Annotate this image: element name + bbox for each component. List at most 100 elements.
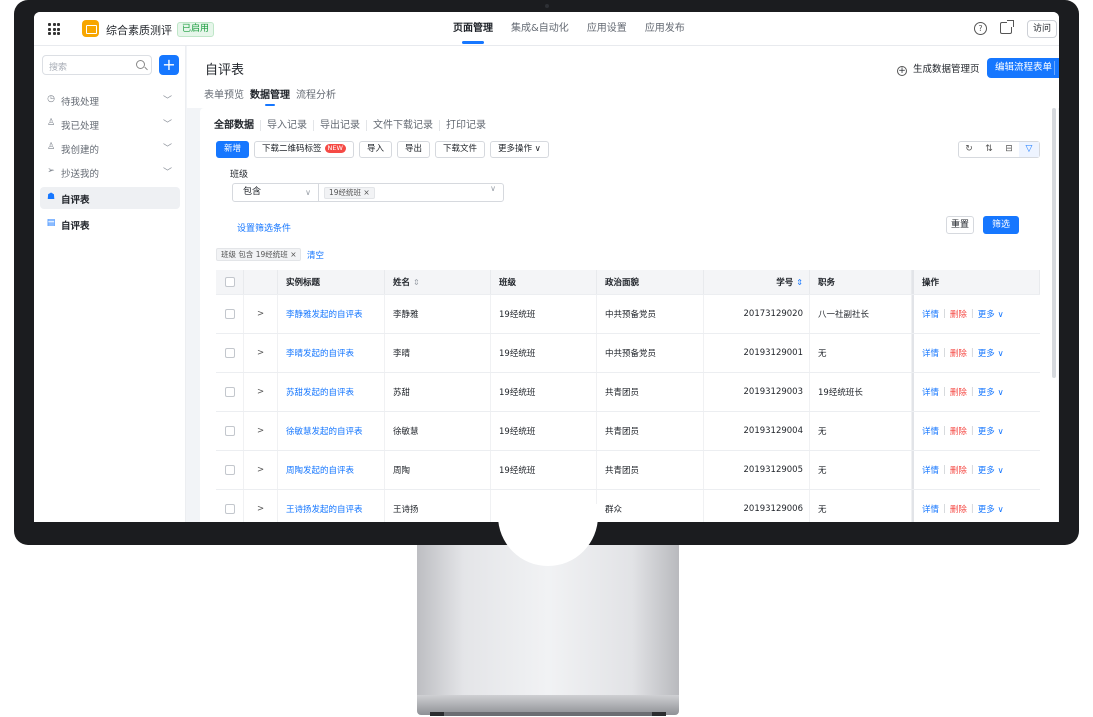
row-checkbox[interactable] [224,387,235,397]
tab-page-management[interactable]: 页面管理 [444,12,502,46]
sort-icon[interactable]: ⇅ [979,142,999,157]
expand-row-icon[interactable]: > [244,334,278,372]
detail-link[interactable]: 详情 [922,464,939,476]
expand-row-icon[interactable]: > [244,295,278,333]
table-row[interactable]: > 李晴发起的自评表 李晴 19经统班 中共预备党员 20193129001 无详情 | 删除 |… [216,334,1040,373]
table-row[interactable]: > 徐敏慧发起的自评表 徐敏慧 19经统班 共青团员 20193129004 无详情 | 删除 |… [216,412,1040,451]
tab-app-publish[interactable]: 应用发布 [636,12,694,46]
more-link[interactable]: 更多 ∨ [978,425,1004,437]
row-checkbox[interactable] [224,504,235,514]
apply-filter-button[interactable]: 筛选 [983,216,1019,234]
tab-integration[interactable]: 集成&自动化 [502,12,578,46]
table-row[interactable]: >王诗扬发起的自评表王诗扬19经统班群众20193129006无详情|删除|更多… [216,490,1040,522]
more-link[interactable]: 更多 ∨ [978,386,1004,398]
record-title-link[interactable]: 徐敏慧发起的自评表 [278,412,385,450]
record-title-link[interactable]: 李晴发起的自评表 [278,334,385,372]
external-link-icon[interactable] [1000,20,1014,34]
record-title-link[interactable]: 李静雅发起的自评表 [278,295,385,333]
column-header-student-id[interactable]: 学号 ⇕ [704,270,810,294]
row-checkbox[interactable] [224,348,235,358]
detail-link[interactable]: 详情 [922,425,939,437]
sort-icon[interactable]: ⇕ [413,278,420,287]
generate-data-page-link[interactable]: + 生成数据管理页 [897,61,980,76]
sidebar-item-self-eval-form[interactable]: ▤ 自评表 [34,213,186,235]
select-all-checkbox[interactable] [224,277,235,287]
column-header-politics[interactable]: 政治面貌 [597,270,704,294]
row-checkbox[interactable] [224,426,235,436]
sidebar-item-pending[interactable]: ◷ 待我处理 ﹀ [34,89,186,111]
search-input[interactable]: 搜索 [42,55,152,75]
add-button[interactable]: + [159,55,179,75]
export-button[interactable]: 导出 [396,141,430,158]
delete-link[interactable]: 删除 [950,308,967,320]
value-chip[interactable]: 19经统班 × [324,187,375,199]
detail-link[interactable]: 详情 [922,308,939,320]
tab-data-management[interactable]: 数据管理 [250,86,290,106]
tab-import-records[interactable]: 导入记录 [261,120,314,131]
more-actions-button[interactable]: 更多操作 ∨ [489,141,549,158]
sidebar-item-self-eval-report[interactable]: ☗ 自评表 [40,187,180,209]
edit-form-button[interactable]: 编辑流程表单 ∨ [987,58,1059,78]
more-link[interactable]: 更多 ∨ [978,503,1004,515]
expand-row-icon[interactable]: > [244,373,278,411]
column-header-title[interactable]: 实例标题 [278,270,385,294]
active-filter-chip[interactable]: 班级 包含 19经统班 × [216,248,302,261]
tab-app-settings[interactable]: 应用设置 [578,12,636,46]
expand-row-icon[interactable]: > [244,451,278,489]
delete-link[interactable]: 删除 [950,386,967,398]
table-row[interactable]: > 李静雅发起的自评表 李静雅 19经统班 中共预备党员 20173129020 八一社副社… [216,295,1040,334]
tab-all-data[interactable]: 全部数据 [214,120,261,131]
help-icon[interactable]: ? [974,22,987,35]
scrollbar[interactable] [1052,108,1056,378]
download-file-button[interactable]: 下载文件 [434,141,485,158]
column-header-role[interactable]: 职务 [810,270,912,294]
columns-icon[interactable]: ⊟ [999,142,1019,157]
record-title-link[interactable]: 王诗扬发起的自评表 [278,490,385,522]
new-button[interactable]: 新增 [216,141,250,158]
column-header-name[interactable]: 姓名 ⇕ [385,270,491,294]
delete-link[interactable]: 删除 [950,425,967,437]
row-checkbox[interactable] [224,309,235,319]
sidebar-item-processed[interactable]: ♙ 我已处理 ﹀ [34,113,186,135]
expand-row-icon[interactable]: > [244,490,278,522]
action-separator: | [970,348,974,358]
tab-form-preview[interactable]: 表单预览 [204,86,244,101]
column-header-class[interactable]: 班级 [491,270,597,294]
operator-select[interactable]: 包含 ∨ [232,183,319,202]
refresh-icon[interactable]: ↻ [959,142,979,157]
sidebar-item-created[interactable]: ♙ 我创建的 ﹀ [34,137,186,159]
table-row[interactable]: > 周陶发起的自评表 周陶 19经统班 共青团员 20193129005 无详情 | 删除 | 更多… [216,451,1040,490]
cell-name: 徐敏慧 [385,412,491,450]
filter-icon[interactable]: ▽ [1019,142,1039,157]
download-qr-button[interactable]: 下载二维码标签 NEW [254,141,354,158]
row-checkbox[interactable] [224,465,235,475]
visit-button[interactable]: 访问 [1027,20,1057,38]
tab-flow-analysis[interactable]: 流程分析 [296,86,336,101]
clear-filters-link[interactable]: 清空 [307,249,324,261]
more-link[interactable]: 更多 ∨ [978,464,1004,476]
table-row[interactable]: > 苏甜发起的自评表 苏甜 19经统班 共青团员 20193129003 19经统班长 详情 |… [216,373,1040,412]
record-title-link[interactable]: 周陶发起的自评表 [278,451,385,489]
data-tabs: 全部数据 导入记录 导出记录 文件下载记录 打印记录 [214,120,492,131]
tab-export-records[interactable]: 导出记录 [314,120,367,131]
tab-download-records[interactable]: 文件下载记录 [367,120,440,131]
sidebar-item-cc[interactable]: ➢ 抄送我的 ﹀ [34,161,186,183]
delete-link[interactable]: 删除 [950,347,967,359]
sort-icon[interactable]: ⇕ [796,278,803,287]
more-link[interactable]: 更多 ∨ [978,347,1004,359]
send-icon: ➢ [47,166,55,176]
delete-link[interactable]: 删除 [950,464,967,476]
value-select[interactable]: 19经统班 × ∨ [318,183,504,202]
tab-print-records[interactable]: 打印记录 [440,120,492,131]
detail-link[interactable]: 详情 [922,503,939,515]
app-grid-icon[interactable] [48,23,60,35]
detail-link[interactable]: 详情 [922,347,939,359]
reset-button[interactable]: 重置 [946,216,974,234]
delete-link[interactable]: 删除 [950,503,967,515]
more-link[interactable]: 更多 ∨ [978,308,1004,320]
record-title-link[interactable]: 苏甜发起的自评表 [278,373,385,411]
detail-link[interactable]: 详情 [922,386,939,398]
import-button[interactable]: 导入 [358,141,392,158]
set-filter-conditions-link[interactable]: 设置筛选条件 [237,221,291,234]
expand-row-icon[interactable]: > [244,412,278,450]
